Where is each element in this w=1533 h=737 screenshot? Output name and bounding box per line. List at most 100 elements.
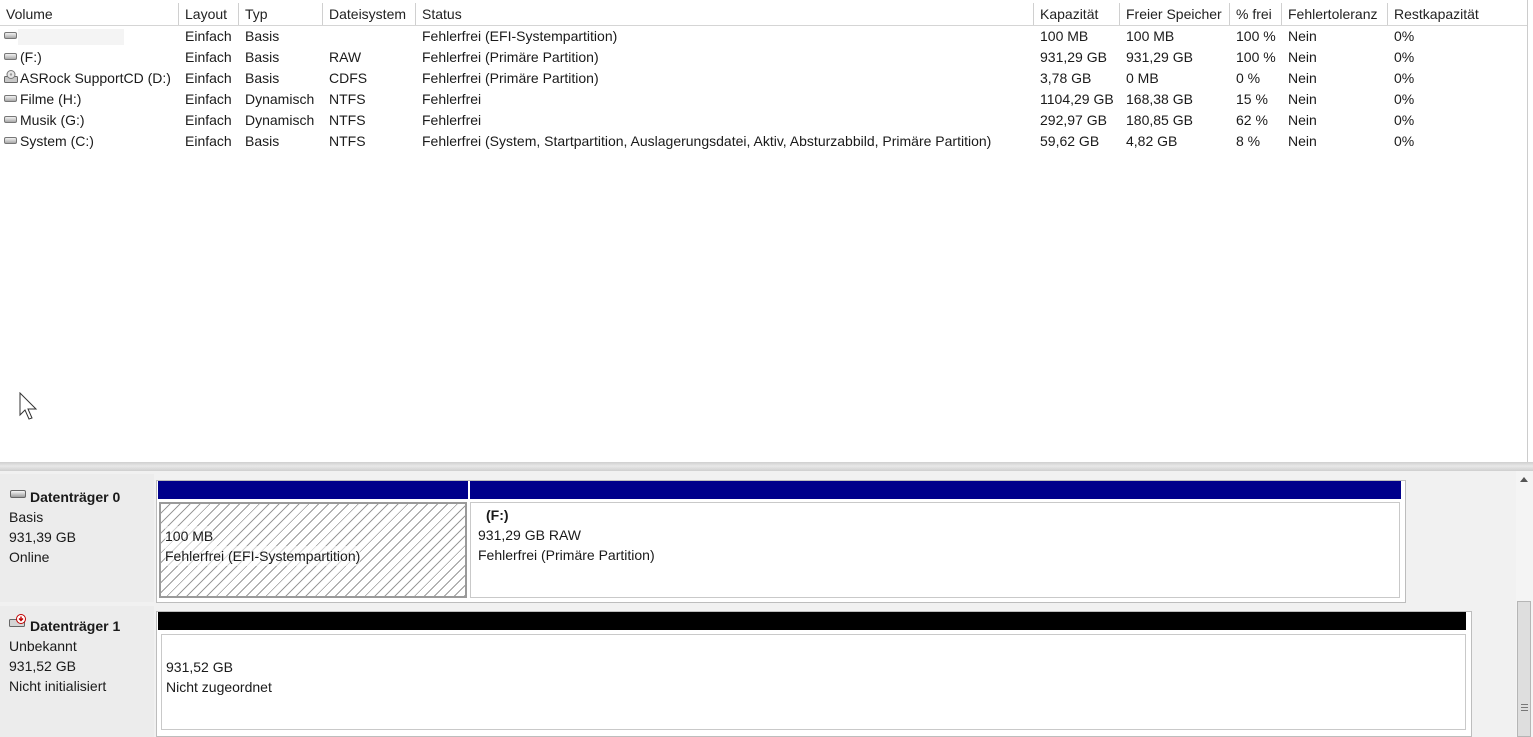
fs-cell: NTFS bbox=[329, 133, 366, 149]
free-cell: 100 MB bbox=[1126, 28, 1175, 44]
typ-cell: Basis bbox=[245, 49, 280, 65]
grip-line bbox=[1521, 707, 1528, 708]
fs-cell: RAW bbox=[329, 49, 362, 65]
free-cell: 180,85 GB bbox=[1126, 112, 1193, 128]
volume-name: Filme (H:) bbox=[20, 91, 82, 107]
col-header-fehlertoleranz[interactable]: Fehlertoleranz bbox=[1282, 3, 1388, 25]
status-cell: Fehlerfrei (Primäre Partition) bbox=[422, 49, 599, 65]
disk-name: Datenträger 0 bbox=[30, 489, 121, 505]
percent-free-cell: 100 % bbox=[1236, 49, 1276, 65]
partition-f[interactable]: (F:) 931,29 GB RAW Fehlerfrei (Primäre P… bbox=[470, 502, 1400, 598]
volume-name: System (C:) bbox=[20, 133, 94, 149]
partition-header-bar bbox=[470, 481, 1401, 499]
disk-0-partitions: 100 MB Fehlerfrei (EFI-Systempartition) … bbox=[156, 480, 1406, 603]
col-header-layout[interactable]: Layout bbox=[179, 3, 239, 25]
percent-free-cell: 0 % bbox=[1236, 70, 1261, 86]
partition-status: Fehlerfrei (Primäre Partition) bbox=[478, 547, 655, 563]
disk-1-label[interactable]: Datenträger 1 Unbekannt 931,52 GB Nicht … bbox=[0, 606, 154, 737]
disk-state: Online bbox=[9, 549, 50, 565]
col-header-status[interactable]: Status bbox=[416, 3, 1034, 25]
partition-size: 931,29 GB RAW bbox=[478, 527, 581, 543]
partition-status: Nicht zugeordnet bbox=[166, 679, 272, 695]
capacity-cell: 1104,29 GB bbox=[1040, 91, 1114, 107]
pane-splitter[interactable] bbox=[0, 462, 1533, 471]
col-header-freier-speicher[interactable]: Freier Speicher bbox=[1120, 3, 1230, 25]
free-cell: 168,38 GB bbox=[1126, 91, 1193, 107]
fs-cell: NTFS bbox=[329, 112, 366, 128]
col-header-dateisystem[interactable]: Dateisystem bbox=[323, 3, 416, 25]
table-row[interactable]: ASRock SupportCD (D:) Einfach Basis CDFS… bbox=[0, 68, 1533, 89]
col-header-kapazitaet[interactable]: Kapazität bbox=[1034, 3, 1120, 25]
layout-cell: Einfach bbox=[185, 112, 232, 128]
volume-name: (F:) bbox=[20, 49, 42, 65]
free-cell: 931,29 GB bbox=[1126, 49, 1193, 65]
status-cell: Fehlerfrei (System, Startpartition, Ausl… bbox=[422, 133, 992, 149]
table-row[interactable]: Filme (H:) Einfach Dynamisch NTFS Fehler… bbox=[0, 89, 1533, 110]
overhead-cell: 0% bbox=[1394, 112, 1415, 128]
table-row[interactable]: (F:) Einfach Basis RAW Fehlerfrei (Primä… bbox=[0, 47, 1533, 68]
drive-icon bbox=[4, 32, 17, 39]
drive-icon bbox=[4, 137, 17, 144]
overhead-cell: 0% bbox=[1394, 70, 1415, 86]
disk-view-scrollbar[interactable] bbox=[1516, 471, 1533, 737]
overhead-cell: 0% bbox=[1394, 49, 1415, 65]
status-cell: Fehlerfrei bbox=[422, 112, 482, 128]
disk-view[interactable]: Datenträger 0 Basis 931,39 GB Online 100… bbox=[0, 471, 1533, 737]
partition-efi[interactable]: 100 MB Fehlerfrei (EFI-Systempartition) bbox=[159, 502, 467, 598]
disk-error-icon bbox=[9, 614, 26, 627]
layout-cell: Einfach bbox=[185, 28, 232, 44]
disk-size: 931,39 GB bbox=[9, 529, 76, 545]
disk-type: Basis bbox=[9, 509, 44, 525]
drive-icon bbox=[4, 53, 17, 60]
mouse-cursor-icon bbox=[19, 392, 38, 420]
table-row[interactable]: System (C:) Einfach Basis NTFS Fehlerfre… bbox=[0, 131, 1533, 152]
fault-tolerance-cell: Nein bbox=[1288, 70, 1317, 86]
disk-type: Unbekannt bbox=[9, 638, 77, 654]
scroll-up-arrow-icon[interactable] bbox=[1520, 477, 1528, 482]
list-scrollbar[interactable] bbox=[1527, 0, 1533, 462]
col-header-volume[interactable]: Volume bbox=[0, 3, 179, 25]
fault-tolerance-cell: Nein bbox=[1288, 112, 1317, 128]
disk-icon bbox=[10, 490, 26, 498]
fs-cell: NTFS bbox=[329, 91, 366, 107]
capacity-cell: 100 MB bbox=[1040, 28, 1089, 44]
fault-tolerance-cell: Nein bbox=[1288, 133, 1317, 149]
partition-status: Fehlerfrei (EFI-Systempartition) bbox=[165, 546, 361, 566]
grip-line bbox=[1521, 704, 1528, 705]
table-row[interactable]: Musik (G:) Einfach Dynamisch NTFS Fehler… bbox=[0, 110, 1533, 131]
col-header-restkapazitaet[interactable]: Restkapazität bbox=[1388, 3, 1528, 25]
fault-tolerance-cell: Nein bbox=[1288, 28, 1317, 44]
overhead-cell: 0% bbox=[1394, 133, 1415, 149]
percent-free-cell: 15 % bbox=[1236, 91, 1268, 107]
scrollbar-thumb[interactable] bbox=[1517, 601, 1531, 737]
partition-header-bar bbox=[158, 481, 468, 499]
disk-size: 931,52 GB bbox=[9, 658, 76, 674]
percent-free-cell: 8 % bbox=[1236, 133, 1261, 149]
status-cell: Fehlerfrei (EFI-Systempartition) bbox=[422, 28, 618, 44]
volume-list[interactable]: Volume Layout Typ Dateisystem Status Kap… bbox=[0, 0, 1533, 462]
capacity-cell: 292,97 GB bbox=[1040, 112, 1107, 128]
disk-0-label[interactable]: Datenträger 0 Basis 931,39 GB Online bbox=[0, 474, 154, 602]
partition-unallocated[interactable]: 931,52 GB Nicht zugeordnet bbox=[161, 634, 1466, 730]
disk-name: Datenträger 1 bbox=[30, 618, 121, 634]
typ-cell: Dynamisch bbox=[245, 112, 315, 128]
col-header-prozent-frei[interactable]: % frei bbox=[1230, 3, 1282, 25]
drive-icon bbox=[4, 95, 17, 102]
status-cell: Fehlerfrei (Primäre Partition) bbox=[422, 70, 599, 86]
table-row[interactable]: Einfach Basis Fehlerfrei (EFI-Systempart… bbox=[0, 26, 1533, 47]
col-header-typ[interactable]: Typ bbox=[239, 3, 323, 25]
capacity-cell: 3,78 GB bbox=[1040, 70, 1092, 86]
layout-cell: Einfach bbox=[185, 49, 232, 65]
typ-cell: Basis bbox=[245, 70, 280, 86]
free-cell: 4,82 GB bbox=[1126, 133, 1178, 149]
disk-state: Nicht initialisiert bbox=[9, 678, 107, 694]
partition-size: 100 MB bbox=[165, 526, 214, 546]
fs-cell: CDFS bbox=[329, 70, 368, 86]
capacity-cell: 59,62 GB bbox=[1040, 133, 1100, 149]
percent-free-cell: 62 % bbox=[1236, 112, 1268, 128]
status-cell: Fehlerfrei bbox=[422, 91, 482, 107]
partition-name: (F:) bbox=[486, 507, 509, 523]
layout-cell: Einfach bbox=[185, 70, 232, 86]
volume-name: Musik (G:) bbox=[20, 112, 85, 128]
partition-header-bar bbox=[158, 612, 1466, 630]
